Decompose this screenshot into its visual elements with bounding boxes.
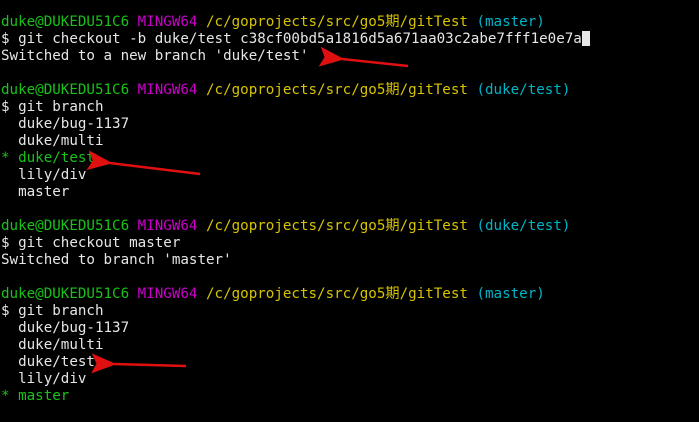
current-branch-item: * master: [1, 388, 70, 404]
prompt-env: MINGW64: [137, 218, 198, 234]
prompt-env: MINGW64: [137, 286, 198, 302]
prompt-line: duke@DUKEDU51C6 MINGW64 /c/goprojects/sr…: [1, 286, 699, 303]
command-line: $ git checkout master: [1, 235, 181, 251]
prompt-path: /c/goprojects/src/go5期/gitTest: [206, 286, 468, 302]
prompt-line: duke@DUKEDU51C6 MINGW64 /c/goprojects/sr…: [1, 14, 699, 31]
branch-list-item: lily/div: [1, 167, 87, 183]
prompt-line: duke@DUKEDU51C6 MINGW64 /c/goprojects/sr…: [1, 218, 699, 235]
prompt-user: duke@DUKEDU51C6: [1, 218, 130, 234]
prompt-branch: (master): [476, 286, 545, 302]
branch-list-item: duke/bug-1137: [1, 116, 130, 132]
prompt-user: duke@DUKEDU51C6: [1, 286, 130, 302]
prompt-user: duke@DUKEDU51C6: [1, 14, 130, 30]
prompt-branch: (master): [476, 14, 545, 30]
prompt-path: /c/goprojects/src/go5期/gitTest: [206, 218, 468, 234]
prompt-env: MINGW64: [137, 82, 198, 98]
current-branch-item: * duke/test: [1, 150, 95, 166]
branch-list-item: master: [1, 184, 70, 200]
terminal-window[interactable]: duke@DUKEDU51C6 MINGW64 /c/goprojects/sr…: [1, 14, 699, 405]
text-cursor: [581, 31, 590, 46]
branch-list-item: duke/multi: [1, 337, 104, 353]
branch-list-item: duke/bug-1137: [1, 320, 130, 336]
prompt-path: /c/goprojects/src/go5期/gitTest: [206, 82, 468, 98]
command-line: $ git branch: [1, 99, 104, 115]
branch-list-item: duke/multi: [1, 133, 104, 149]
prompt-env: MINGW64: [137, 14, 198, 30]
output-line: Switched to a new branch 'duke/test': [1, 48, 309, 64]
branch-list-item: duke/test: [1, 354, 95, 370]
prompt-branch: (duke/test): [476, 82, 571, 98]
output-line: Switched to branch 'master': [1, 252, 232, 268]
prompt-path: /c/goprojects/src/go5期/gitTest: [206, 14, 468, 30]
prompt-branch: (duke/test): [476, 218, 571, 234]
command-line[interactable]: $ git checkout -b duke/test c38cf00bd5a1…: [1, 31, 699, 48]
prompt-line: duke@DUKEDU51C6 MINGW64 /c/goprojects/sr…: [1, 82, 699, 99]
command-line: $ git branch: [1, 303, 104, 319]
branch-list-item: lily/div: [1, 371, 87, 387]
prompt-user: duke@DUKEDU51C6: [1, 82, 130, 98]
command-text: $ git checkout -b duke/test c38cf00bd5a1…: [1, 31, 582, 47]
